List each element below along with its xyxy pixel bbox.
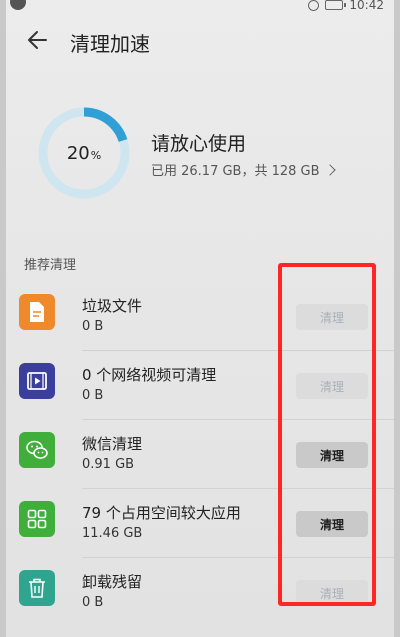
storage-percent-sign: % [90, 148, 102, 162]
trash-icon [19, 570, 55, 606]
notification-dot-icon [10, 0, 26, 10]
alarm-icon [308, 0, 320, 11]
clean-button[interactable]: 清理 [296, 442, 368, 468]
section-label: 推荐清理 [24, 258, 77, 273]
chevron-right-icon [323, 163, 336, 176]
storage-summary[interactable]: 20% 请放心使用 已用 26.17 GB，共 128 GB [36, 105, 394, 205]
recommend-list: 垃圾文件 0 B 清理 0 个网络视频可清理 0 B 清理 微信清理 0.91 … [6, 282, 394, 627]
status-time: 10:42 [349, 0, 384, 12]
item-title: 微信清理 [82, 435, 143, 453]
storage-percent: 20% [36, 105, 132, 201]
status-bar: 10:42 [6, 0, 394, 14]
clean-button[interactable]: 清理 [296, 304, 368, 330]
list-item-large-apps[interactable]: 79 个占用空间较大应用 11.46 GB 清理 [6, 489, 394, 558]
clean-button[interactable]: 清理 [296, 580, 368, 606]
list-item-wechat[interactable]: 微信清理 0.91 GB 清理 [6, 420, 394, 489]
item-size: 0 B [82, 595, 104, 610]
back-arrow-icon[interactable] [24, 26, 52, 54]
item-title: 垃圾文件 [82, 297, 143, 315]
item-size: 0 B [82, 319, 104, 334]
storage-percent-value: 20 [66, 142, 90, 164]
item-size: 0 B [82, 388, 104, 403]
list-item-uninstall-residue[interactable]: 卸载残留 0 B 清理 [6, 558, 394, 627]
header: 清理加速 [6, 22, 394, 58]
list-item-network-videos[interactable]: 0 个网络视频可清理 0 B 清理 [6, 351, 394, 420]
screen: 10:42 清理加速 20% 请放心使用 已用 26.17 GB，共 128 G… [6, 0, 394, 637]
document-icon [19, 294, 55, 330]
item-title: 卸载残留 [82, 573, 143, 591]
video-icon [19, 363, 55, 399]
page-title: 清理加速 [70, 32, 150, 56]
list-item-junk-files[interactable]: 垃圾文件 0 B 清理 [6, 282, 394, 351]
storage-detail[interactable]: 已用 26.17 GB，共 128 GB [151, 160, 336, 179]
clean-button[interactable]: 清理 [296, 373, 368, 399]
item-title: 0 个网络视频可清理 [82, 366, 217, 384]
battery-icon [325, 0, 347, 10]
status-right: 10:42 [308, 0, 384, 12]
storage-detail-text: 已用 26.17 GB，共 128 GB [151, 164, 320, 179]
item-size: 11.46 GB [82, 526, 143, 541]
apps-grid-icon [19, 501, 55, 537]
item-title: 79 个占用空间较大应用 [82, 504, 241, 522]
clean-button[interactable]: 清理 [296, 511, 368, 537]
item-size: 0.91 GB [82, 457, 135, 472]
storage-headline: 请放心使用 [151, 133, 247, 155]
wechat-icon [19, 432, 55, 468]
